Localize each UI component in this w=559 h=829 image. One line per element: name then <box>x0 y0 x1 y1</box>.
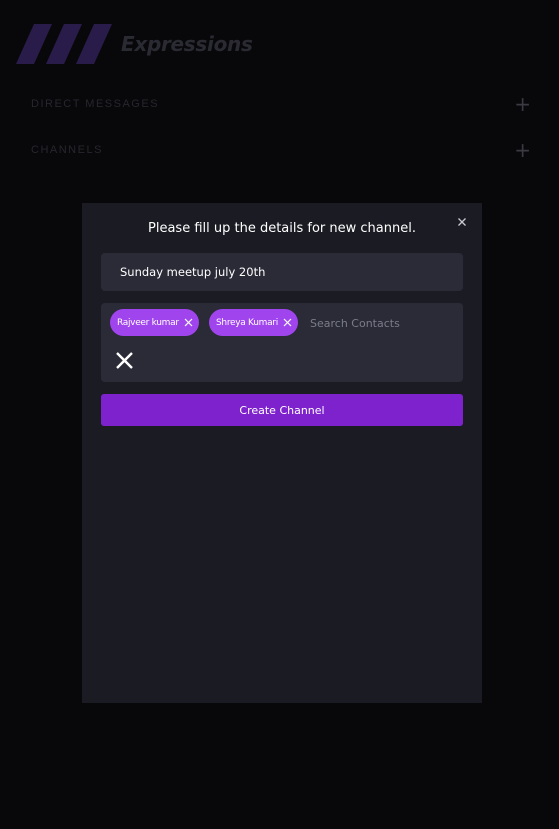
add-direct-message-plus-icon[interactable]: + <box>514 94 531 114</box>
sidebar-section-direct-messages: DIRECT MESSAGES + <box>31 94 531 114</box>
search-contacts-input[interactable] <box>305 312 455 334</box>
contact-chip-label: Shreya Kumari <box>216 317 278 328</box>
app-name: Expressions <box>121 32 253 56</box>
contact-chip: Rajveer kumar <box>110 309 199 336</box>
dialog-title: Please fill up the details for new chann… <box>148 221 416 236</box>
create-channel-button[interactable]: Create Channel <box>101 394 463 426</box>
remove-contact-x-icon[interactable] <box>283 318 292 327</box>
clear-contacts-x-icon[interactable] <box>115 351 134 370</box>
new-channel-dialog: Please fill up the details for new chann… <box>82 203 482 703</box>
app-logo: Expressions <box>16 24 253 64</box>
remove-contact-x-icon[interactable] <box>184 318 193 327</box>
contact-chip: Shreya Kumari <box>209 309 298 336</box>
section-title-direct-messages: DIRECT MESSAGES <box>31 98 160 110</box>
contact-chip-label: Rajveer kumar <box>117 317 179 328</box>
contacts-multiselect[interactable]: Rajveer kumar Shreya Kumari <box>101 303 463 382</box>
add-channel-plus-icon[interactable]: + <box>514 140 531 160</box>
channel-name-input[interactable] <box>101 253 463 291</box>
section-title-channels: CHANNELS <box>31 144 103 156</box>
logo-icon <box>16 24 112 64</box>
sidebar-section-channels: CHANNELS + <box>31 140 531 160</box>
